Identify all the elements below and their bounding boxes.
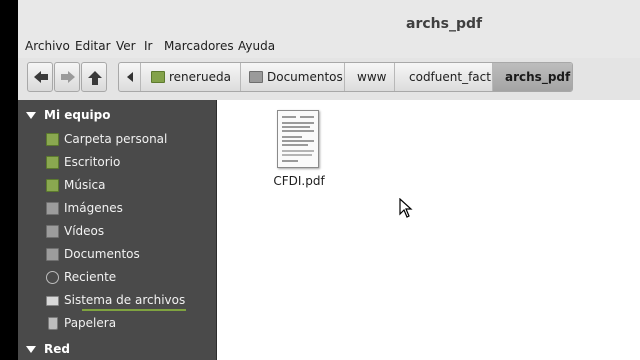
sidebar-section-title: Red bbox=[44, 342, 70, 356]
file-manager-window: archs_pdf Archivo Editar Ver Ir Marcador… bbox=[18, 0, 640, 360]
recent-icon bbox=[46, 271, 59, 284]
desktop-folder-icon bbox=[46, 156, 59, 169]
sidebar-item-sistema-de-archivos[interactable]: Sistema de archivos bbox=[18, 290, 216, 312]
sidebar-item-musica[interactable]: Música bbox=[18, 175, 216, 197]
expand-triangle-icon bbox=[26, 346, 36, 353]
videos-folder-icon bbox=[46, 225, 59, 238]
window-title: archs_pdf bbox=[406, 16, 483, 32]
sidebar-item-label: Sistema de archivos bbox=[64, 293, 186, 307]
up-button[interactable] bbox=[81, 62, 107, 92]
sidebar-item-label: Papelera bbox=[64, 316, 117, 330]
sidebar-section-mi-equipo[interactable]: Mi equipo bbox=[18, 106, 216, 126]
pictures-folder-icon bbox=[46, 202, 59, 215]
title-bar[interactable]: archs_pdf bbox=[18, 0, 640, 36]
menu-bar: Archivo Editar Ver Ir Marcadores Ayuda bbox=[18, 36, 640, 58]
breadcrumb: renerueda Documentos www codfuent_fact a… bbox=[118, 62, 573, 92]
home-folder-icon bbox=[151, 71, 165, 83]
forward-button[interactable] bbox=[54, 62, 80, 92]
storage-usage-bar bbox=[82, 309, 186, 311]
breadcrumb-codfuent-fact[interactable]: codfuent_fact bbox=[395, 63, 493, 91]
sidebar-item-label: Vídeos bbox=[64, 224, 105, 238]
documents-folder-icon bbox=[249, 71, 263, 83]
sidebar-item-label: Imágenes bbox=[64, 201, 123, 215]
sidebar-item-videos[interactable]: Vídeos bbox=[18, 221, 216, 243]
sidebar-item-imagenes[interactable]: Imágenes bbox=[18, 198, 216, 220]
breadcrumb-label: www bbox=[357, 70, 387, 84]
arrow-up-icon bbox=[88, 71, 102, 85]
breadcrumb-label: archs_pdf bbox=[505, 70, 571, 84]
breadcrumb-documentos[interactable]: Documentos bbox=[241, 63, 345, 91]
sidebar-item-label: Música bbox=[64, 178, 106, 192]
menu-marcadores[interactable]: Marcadores bbox=[164, 39, 234, 53]
sidebar-item-label: Escritorio bbox=[64, 155, 121, 169]
sidebar-item-label: Documentos bbox=[64, 247, 140, 261]
menu-ayuda[interactable]: Ayuda bbox=[238, 39, 275, 53]
pdf-thumbnail-icon bbox=[277, 110, 319, 168]
menu-archivo[interactable]: Archivo bbox=[25, 39, 70, 53]
breadcrumb-label: renerueda bbox=[169, 70, 231, 84]
sidebar-section-title: Mi equipo bbox=[44, 108, 111, 122]
breadcrumb-archs-pdf[interactable]: archs_pdf bbox=[493, 63, 572, 91]
file-name: CFDI.pdf bbox=[273, 174, 325, 188]
breadcrumb-scroll-left[interactable] bbox=[119, 63, 141, 91]
sidebar: Mi equipo Carpeta personal Escritorio Mú… bbox=[18, 100, 216, 360]
toolbar: renerueda Documentos www codfuent_fact a… bbox=[18, 58, 640, 101]
sidebar-item-papelera[interactable]: Papelera bbox=[18, 313, 216, 335]
sidebar-item-documentos[interactable]: Documentos bbox=[18, 244, 216, 266]
expand-triangle-icon bbox=[26, 112, 36, 119]
menu-editar[interactable]: Editar bbox=[75, 39, 111, 53]
chevron-left-icon bbox=[127, 72, 133, 82]
file-view[interactable]: CFDI.pdf bbox=[217, 100, 640, 360]
trash-icon bbox=[48, 317, 58, 330]
documents-folder-icon bbox=[46, 248, 59, 261]
breadcrumb-renerueda[interactable]: renerueda bbox=[141, 63, 241, 91]
menu-ir[interactable]: Ir bbox=[144, 39, 152, 53]
arrow-left-icon bbox=[34, 71, 48, 83]
home-folder-icon bbox=[46, 133, 59, 146]
back-button[interactable] bbox=[27, 62, 53, 92]
sidebar-section-red[interactable]: Red bbox=[18, 340, 216, 360]
arrow-right-icon bbox=[61, 71, 75, 83]
sidebar-item-reciente[interactable]: Reciente bbox=[18, 267, 216, 289]
sidebar-item-label: Carpeta personal bbox=[64, 132, 168, 146]
breadcrumb-www[interactable]: www bbox=[345, 63, 395, 91]
file-item[interactable]: CFDI.pdf bbox=[269, 110, 329, 190]
sidebar-item-escritorio[interactable]: Escritorio bbox=[18, 152, 216, 174]
sidebar-item-carpeta-personal[interactable]: Carpeta personal bbox=[18, 129, 216, 151]
breadcrumb-label: Documentos bbox=[267, 70, 343, 84]
sidebar-item-label: Reciente bbox=[64, 270, 117, 284]
mouse-pointer-icon bbox=[399, 198, 413, 218]
menu-ver[interactable]: Ver bbox=[116, 39, 136, 53]
drive-icon bbox=[46, 296, 59, 306]
breadcrumb-label: codfuent_fact bbox=[409, 70, 491, 84]
music-folder-icon bbox=[46, 179, 59, 192]
